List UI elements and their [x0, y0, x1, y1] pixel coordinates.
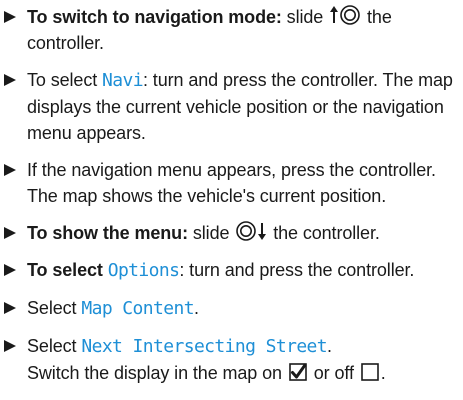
list-item: Select Map Content.	[0, 295, 463, 322]
step-text: .	[327, 336, 332, 356]
bullet-arrow-icon	[4, 11, 16, 23]
step-text: slide	[281, 7, 329, 27]
instruction-list: To switch to navigation mode: slide the …	[0, 4, 463, 400]
ui-term: Map Content	[81, 298, 194, 319]
step-result: .	[380, 363, 386, 383]
step-result: Switch the display in the map on	[27, 363, 287, 383]
step-text: To select	[27, 70, 103, 90]
step-result: The map shows the vehicle's current posi…	[27, 186, 387, 206]
step-text: Select	[27, 298, 82, 318]
step-result: or off	[308, 363, 359, 383]
checkbox-unchecked-icon	[360, 363, 379, 381]
step-text: slide	[187, 223, 235, 243]
step-lead: To show the menu:	[27, 223, 188, 243]
bullet-arrow-icon	[4, 164, 16, 176]
bullet-arrow-icon	[4, 340, 16, 352]
step-lead: To select	[27, 260, 108, 280]
controller-slide-up-icon	[330, 4, 360, 26]
list-item: To select Options: turn and press the co…	[0, 257, 463, 284]
bullet-arrow-icon	[4, 74, 16, 86]
step-text: : turn and press the controller.	[179, 260, 415, 280]
list-item: To switch to navigation mode: slide the …	[0, 4, 463, 56]
ui-term: Options	[107, 260, 180, 281]
step-text: Select	[27, 336, 82, 356]
list-item: To show the menu: slide the controller.	[0, 220, 463, 246]
bullet-arrow-icon	[4, 227, 16, 239]
list-item: To select Navi: turn and press the contr…	[0, 67, 463, 146]
checkbox-checked-icon	[289, 363, 307, 381]
list-item: Select Next Intersecting Street. Switch …	[0, 333, 463, 386]
controller-slide-down-icon	[236, 220, 267, 242]
step-lead: To switch to navigation mode:	[27, 7, 282, 27]
ui-term: Navi	[102, 70, 144, 91]
step-text: the controller.	[268, 223, 380, 243]
bullet-arrow-icon	[4, 264, 16, 276]
list-item: If the navigation menu appears, press th…	[0, 157, 463, 209]
step-text: If the navigation menu appears, press th…	[27, 160, 436, 180]
step-text: .	[193, 298, 199, 318]
ui-term: Next Intersecting Street	[81, 336, 328, 357]
bullet-arrow-icon	[4, 302, 16, 314]
